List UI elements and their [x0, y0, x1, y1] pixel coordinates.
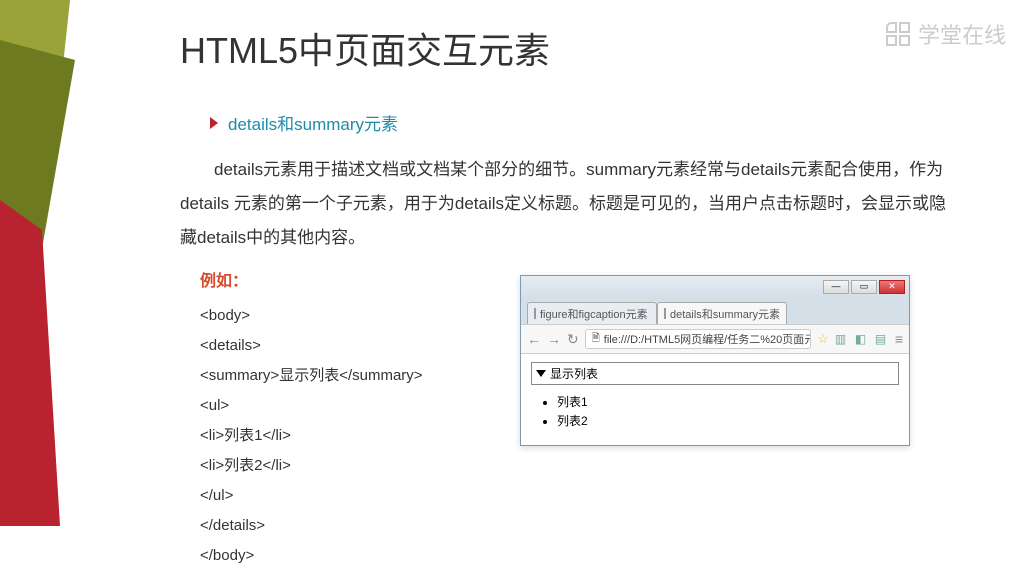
details-list: 列表1列表2	[557, 393, 899, 429]
forward-button[interactable]: →	[547, 331, 561, 347]
favicon-icon	[664, 308, 666, 319]
slide-decoration	[0, 0, 100, 526]
details-summary[interactable]: 显示列表	[531, 362, 899, 385]
browser-toolbar: ← → ↻ 🗎 file:///D:/HTML5网页编程/任务二%20页面元..…	[521, 324, 909, 354]
browser-viewport: 显示列表 列表1列表2	[521, 354, 909, 445]
extension-icon-2[interactable]: ◧	[855, 332, 869, 346]
code-line: </ul>	[200, 481, 960, 511]
back-button[interactable]: ←	[527, 331, 541, 347]
code-line: </details>	[200, 511, 960, 541]
window-titlebar: — ▭ ✕	[521, 276, 909, 298]
page-title: HTML5中页面交互元素	[180, 22, 960, 74]
reload-button[interactable]: ↻	[567, 331, 579, 348]
browser-tab[interactable]: figure和figcaption元素×	[527, 302, 657, 324]
chevron-down-icon	[536, 370, 546, 377]
url-text: file:///D:/HTML5网页编程/任务二%20页面元...	[604, 331, 811, 347]
tab-label: figure和figcaption元素	[540, 306, 648, 322]
code-line: <li>列表2</li>	[200, 451, 960, 481]
close-button[interactable]: ✕	[879, 280, 905, 294]
summary-text: 显示列表	[550, 365, 598, 382]
minimize-button[interactable]: —	[823, 280, 849, 294]
section-link: details和summary元素	[228, 110, 398, 135]
maximize-button[interactable]: ▭	[851, 280, 877, 294]
section-heading: details和summary元素	[210, 110, 960, 135]
list-item: 列表2	[557, 412, 899, 429]
description-paragraph: details元素用于描述文档或文档某个部分的细节。summary元素经常与de…	[180, 153, 960, 255]
tab-label: details和summary元素	[670, 306, 780, 322]
extension-icon[interactable]: ▥	[835, 332, 849, 346]
address-bar[interactable]: 🗎 file:///D:/HTML5网页编程/任务二%20页面元...	[585, 329, 811, 349]
list-item: 列表1	[557, 393, 899, 410]
browser-tabs: figure和figcaption元素×details和summary元素×	[521, 298, 909, 324]
code-line: </body>	[200, 541, 960, 571]
menu-button[interactable]: ≡	[895, 331, 903, 347]
favicon-icon	[534, 308, 536, 319]
extension-icon-3[interactable]: ▤	[875, 332, 889, 346]
browser-tab[interactable]: details和summary元素×	[657, 302, 787, 324]
bullet-icon	[210, 117, 218, 129]
bookmark-icon[interactable]: ☆	[817, 331, 829, 347]
browser-window: — ▭ ✕ figure和figcaption元素×details和summar…	[520, 275, 910, 446]
file-icon: 🗎	[592, 331, 600, 348]
